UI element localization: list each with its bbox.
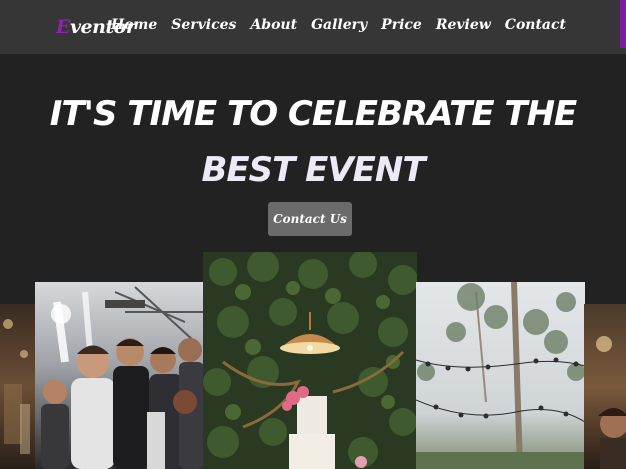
nav-price[interactable]: Price (381, 17, 422, 33)
scroll-accent-bar (620, 0, 626, 48)
hero-title: IT'S TIME TO CELEBRATE THE BEST EVENT (0, 86, 626, 198)
nav-contact[interactable]: Contact (505, 17, 566, 33)
party-sparklers-photo[interactable] (35, 282, 204, 469)
nav-about[interactable]: About (250, 17, 297, 33)
nav-gallery[interactable]: Gallery (311, 17, 367, 33)
header: Eventor Home Services About Gallery Pric… (0, 0, 626, 54)
outdoor-string-lights-photo[interactable] (416, 282, 585, 469)
main-nav: Home Services About Gallery Price Review… (111, 17, 566, 33)
hero-title-line-2: BEST EVENT (201, 150, 425, 190)
nav-home[interactable]: Home (111, 17, 157, 33)
wedding-cake-photo[interactable] (203, 252, 417, 469)
nav-review[interactable]: Review (436, 17, 491, 33)
right-edge-photo[interactable] (584, 304, 626, 469)
hero-title-line-1: IT'S TIME TO CELEBRATE THE (49, 94, 578, 134)
nav-services[interactable]: Services (171, 17, 236, 33)
contact-us-button[interactable]: Contact Us (268, 202, 352, 236)
left-edge-photo[interactable] (0, 304, 36, 469)
page: Eventor Home Services About Gallery Pric… (0, 0, 626, 469)
logo-first-letter: E (56, 16, 70, 38)
